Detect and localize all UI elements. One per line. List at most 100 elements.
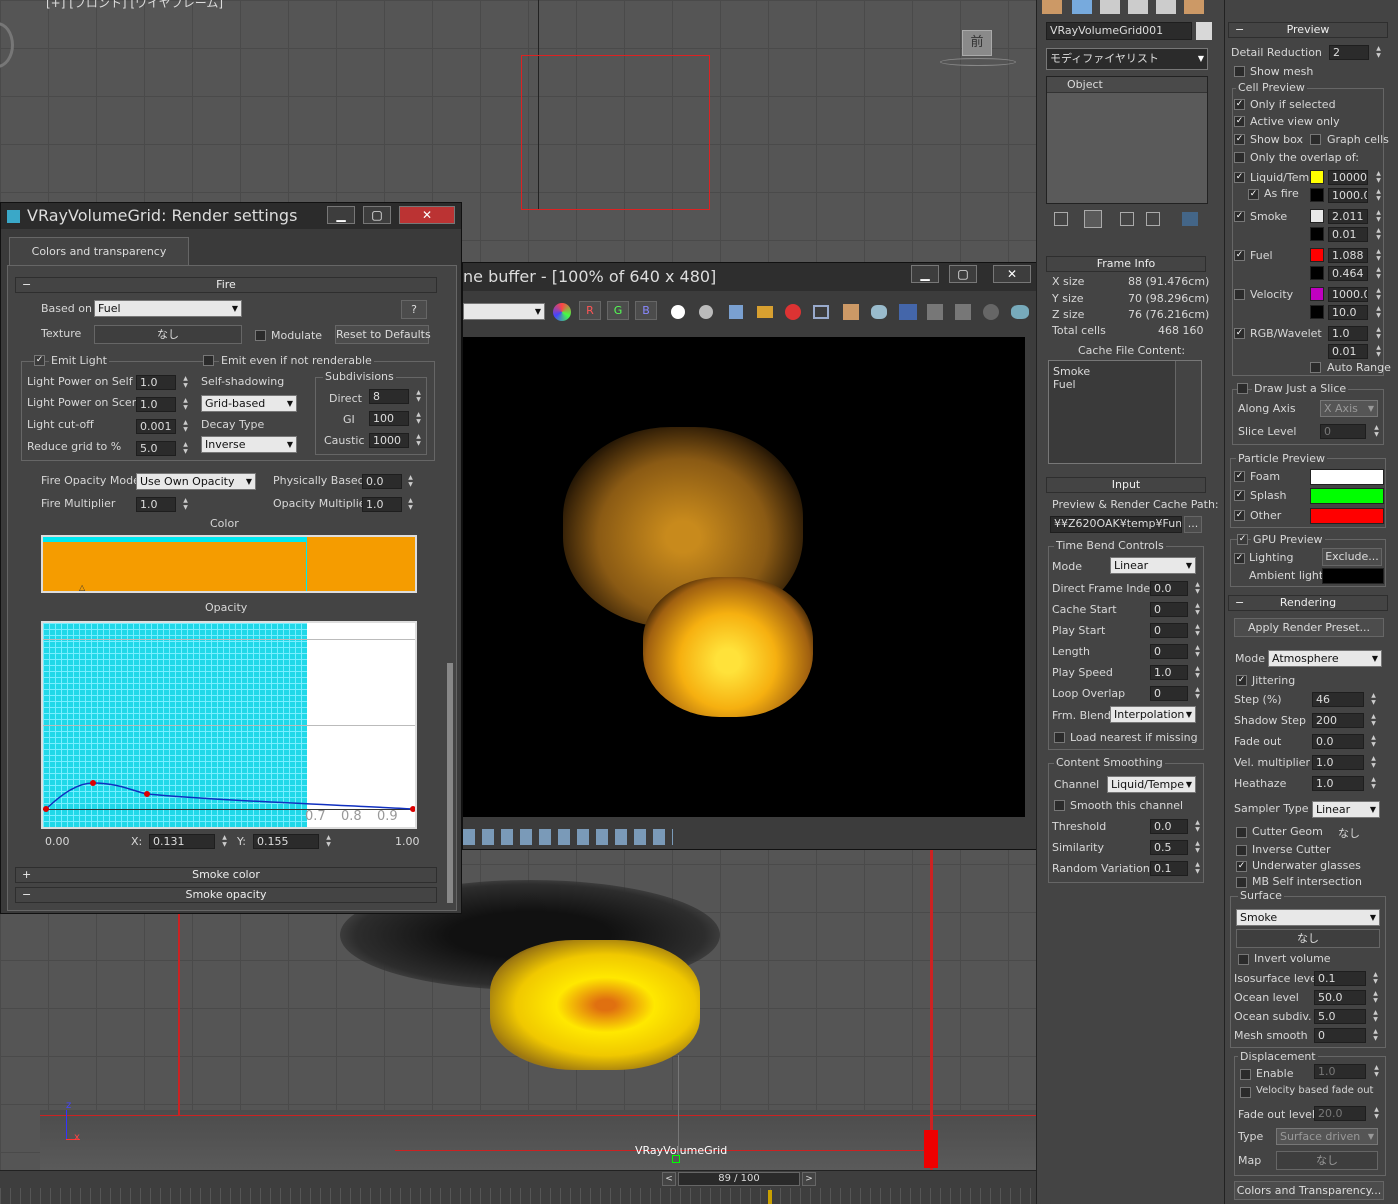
graph-cells-checkbox[interactable]: [1310, 134, 1321, 145]
display-tab-icon[interactable]: [1156, 0, 1176, 14]
isosurface-level-spinner[interactable]: ▲ ▼: [1371, 971, 1380, 986]
render-canvas[interactable]: [463, 337, 1025, 817]
channel-dropdown[interactable]: Liquid/Tempe ▼: [1107, 776, 1196, 793]
length-spinner[interactable]: ▲ ▼: [1193, 644, 1202, 659]
exclude-button[interactable]: Exclude...: [1322, 548, 1382, 566]
cutter-geom-checkbox[interactable]: [1236, 827, 1247, 838]
surface-map-button[interactable]: なし: [1236, 929, 1380, 948]
region-icon[interactable]: [813, 305, 829, 319]
fuel-spinner1[interactable]: ▲ ▼: [1374, 248, 1383, 263]
object-color-swatch[interactable]: [1196, 22, 1212, 40]
velocity-value2[interactable]: 10.0: [1328, 305, 1368, 320]
light-power-self-spinner[interactable]: ▲ ▼: [181, 375, 190, 390]
stack-toolbar[interactable]: [1046, 210, 1208, 230]
fb-minimize-button[interactable]: ▁: [911, 265, 939, 283]
auto-range-checkbox[interactable]: [1310, 362, 1321, 373]
type-dropdown[interactable]: Surface driven ▼: [1276, 1128, 1378, 1145]
colors-transparency-button[interactable]: Colors and Transparency...: [1234, 1181, 1384, 1200]
rgb-spinner1[interactable]: ▲ ▼: [1374, 326, 1383, 341]
modifier-list-dropdown[interactable]: モディファイヤリスト ▼: [1046, 48, 1208, 70]
fuel-color2-swatch[interactable]: [1310, 266, 1324, 280]
physically-based-field[interactable]: 0.0: [362, 474, 402, 489]
rgb-value2[interactable]: 0.01: [1328, 344, 1368, 359]
modifier-stack[interactable]: Object: [1046, 76, 1208, 204]
modulate-checkbox[interactable]: [255, 330, 266, 341]
viewcube-ring[interactable]: [940, 58, 1016, 66]
stop-icon[interactable]: [983, 304, 999, 320]
gi-spinner[interactable]: ▲ ▼: [414, 411, 423, 426]
loop-overlap-spinner[interactable]: ▲ ▼: [1193, 686, 1202, 701]
reset-defaults-button[interactable]: Reset to Defaults: [335, 325, 431, 344]
smoke-value2[interactable]: 0.01: [1328, 227, 1368, 242]
browse-button[interactable]: ...: [1184, 516, 1202, 533]
timeline-ruler[interactable]: [0, 1188, 1036, 1204]
y-value-field[interactable]: 0.155: [253, 834, 319, 849]
cache-start-field[interactable]: 0: [1150, 602, 1188, 617]
shadow-step-field[interactable]: 200: [1312, 713, 1364, 728]
rgb-value1[interactable]: 1.0: [1328, 326, 1368, 341]
heathaze-spinner[interactable]: ▲ ▼: [1369, 776, 1378, 791]
fuel-value2[interactable]: 0.464: [1328, 266, 1368, 281]
configure-sets-icon[interactable]: [1182, 212, 1198, 226]
splash-color-swatch[interactable]: [1310, 488, 1384, 504]
rs-maximize-button[interactable]: ▢: [363, 206, 391, 224]
threshold-spinner[interactable]: ▲ ▼: [1193, 819, 1202, 834]
direct-spinner[interactable]: ▲ ▼: [414, 389, 423, 404]
vel-multiplier-field[interactable]: 1.0: [1312, 755, 1364, 770]
similarity-spinner[interactable]: ▲ ▼: [1193, 840, 1202, 855]
frm-blend-dropdown[interactable]: Interpolation ▼: [1110, 706, 1196, 723]
inverse-cutter-checkbox[interactable]: [1236, 845, 1247, 856]
light-cutoff-spinner[interactable]: ▲ ▼: [181, 419, 190, 434]
invert-volume-checkbox[interactable]: [1238, 954, 1249, 965]
fade-out-field[interactable]: 0.0: [1312, 734, 1364, 749]
detail-reduction-spinner[interactable]: ▲ ▼: [1374, 45, 1383, 60]
input-rollout[interactable]: Input: [1046, 477, 1206, 493]
apply-render-preset-button[interactable]: Apply Render Preset...: [1234, 618, 1384, 637]
physically-based-spinner[interactable]: ▲ ▼: [406, 474, 415, 489]
other-checkbox[interactable]: ✓: [1234, 510, 1245, 521]
help-button[interactable]: ?: [401, 300, 427, 319]
fb-toolbar[interactable]: R G B: [553, 301, 1043, 323]
time-slider[interactable]: 89 / 100: [678, 1172, 800, 1186]
history-icon[interactable]: [899, 304, 917, 320]
self-shadowing-dropdown[interactable]: Grid-based ▼: [201, 395, 297, 412]
rgb-checkbox[interactable]: ✓: [1234, 328, 1245, 339]
play-start-field[interactable]: 0: [1150, 623, 1188, 638]
x-value-spinner[interactable]: ▲ ▼: [220, 834, 229, 849]
ocean-level-field[interactable]: 50.0: [1314, 990, 1366, 1005]
make-unique-icon[interactable]: [1120, 212, 1134, 226]
length-field[interactable]: 0: [1150, 644, 1188, 659]
viewport-label[interactable]: [+] [フロント] [ワイヤフレーム]: [46, 0, 223, 11]
rendering-rollout[interactable]: − Rendering: [1228, 595, 1388, 611]
ambient-light-swatch[interactable]: [1322, 568, 1384, 584]
heathaze-field[interactable]: 1.0: [1312, 776, 1364, 791]
direct-frame-index-field[interactable]: 0.0: [1150, 581, 1188, 596]
opacity-curve-editor[interactable]: 0.7 0.8 0.9: [41, 621, 417, 829]
create-tab-icon[interactable]: [1042, 0, 1062, 14]
splash-checkbox[interactable]: ✓: [1234, 490, 1245, 501]
isosurface-level-field[interactable]: 0.1: [1314, 971, 1366, 986]
vel-fade-checkbox[interactable]: [1240, 1087, 1251, 1098]
fuel-spinner2[interactable]: ▲ ▼: [1374, 266, 1383, 281]
clear-icon[interactable]: [785, 304, 801, 320]
liquid-color2-swatch[interactable]: [1310, 188, 1324, 202]
fade-out-spinner[interactable]: ▲ ▼: [1369, 734, 1378, 749]
load-nearest-checkbox[interactable]: [1054, 732, 1065, 743]
green-channel-button[interactable]: G: [607, 301, 629, 320]
collapse-icon[interactable]: −: [22, 888, 31, 902]
smoke-color2-swatch[interactable]: [1310, 227, 1324, 241]
fb-bottom-toolbar[interactable]: [463, 829, 673, 845]
stack-item-object[interactable]: Object: [1047, 77, 1207, 93]
slice-level-field[interactable]: 0: [1320, 424, 1366, 439]
mb-self-checkbox[interactable]: [1236, 877, 1247, 888]
render-mode-dropdown[interactable]: Atmosphere ▼: [1268, 650, 1382, 667]
liquid-spinner2[interactable]: ▲ ▼: [1374, 188, 1383, 203]
track-mouse-icon[interactable]: [843, 304, 859, 320]
cache-start-spinner[interactable]: ▲ ▼: [1193, 602, 1202, 617]
fire-multiplier-spinner[interactable]: ▲ ▼: [181, 497, 190, 512]
fire-multiplier-field[interactable]: 1.0: [136, 497, 176, 512]
show-end-result-icon[interactable]: [1084, 210, 1102, 228]
open-folder-icon[interactable]: [757, 306, 773, 318]
velocity-checkbox[interactable]: [1234, 289, 1245, 300]
only-overlap-checkbox[interactable]: [1234, 152, 1245, 163]
